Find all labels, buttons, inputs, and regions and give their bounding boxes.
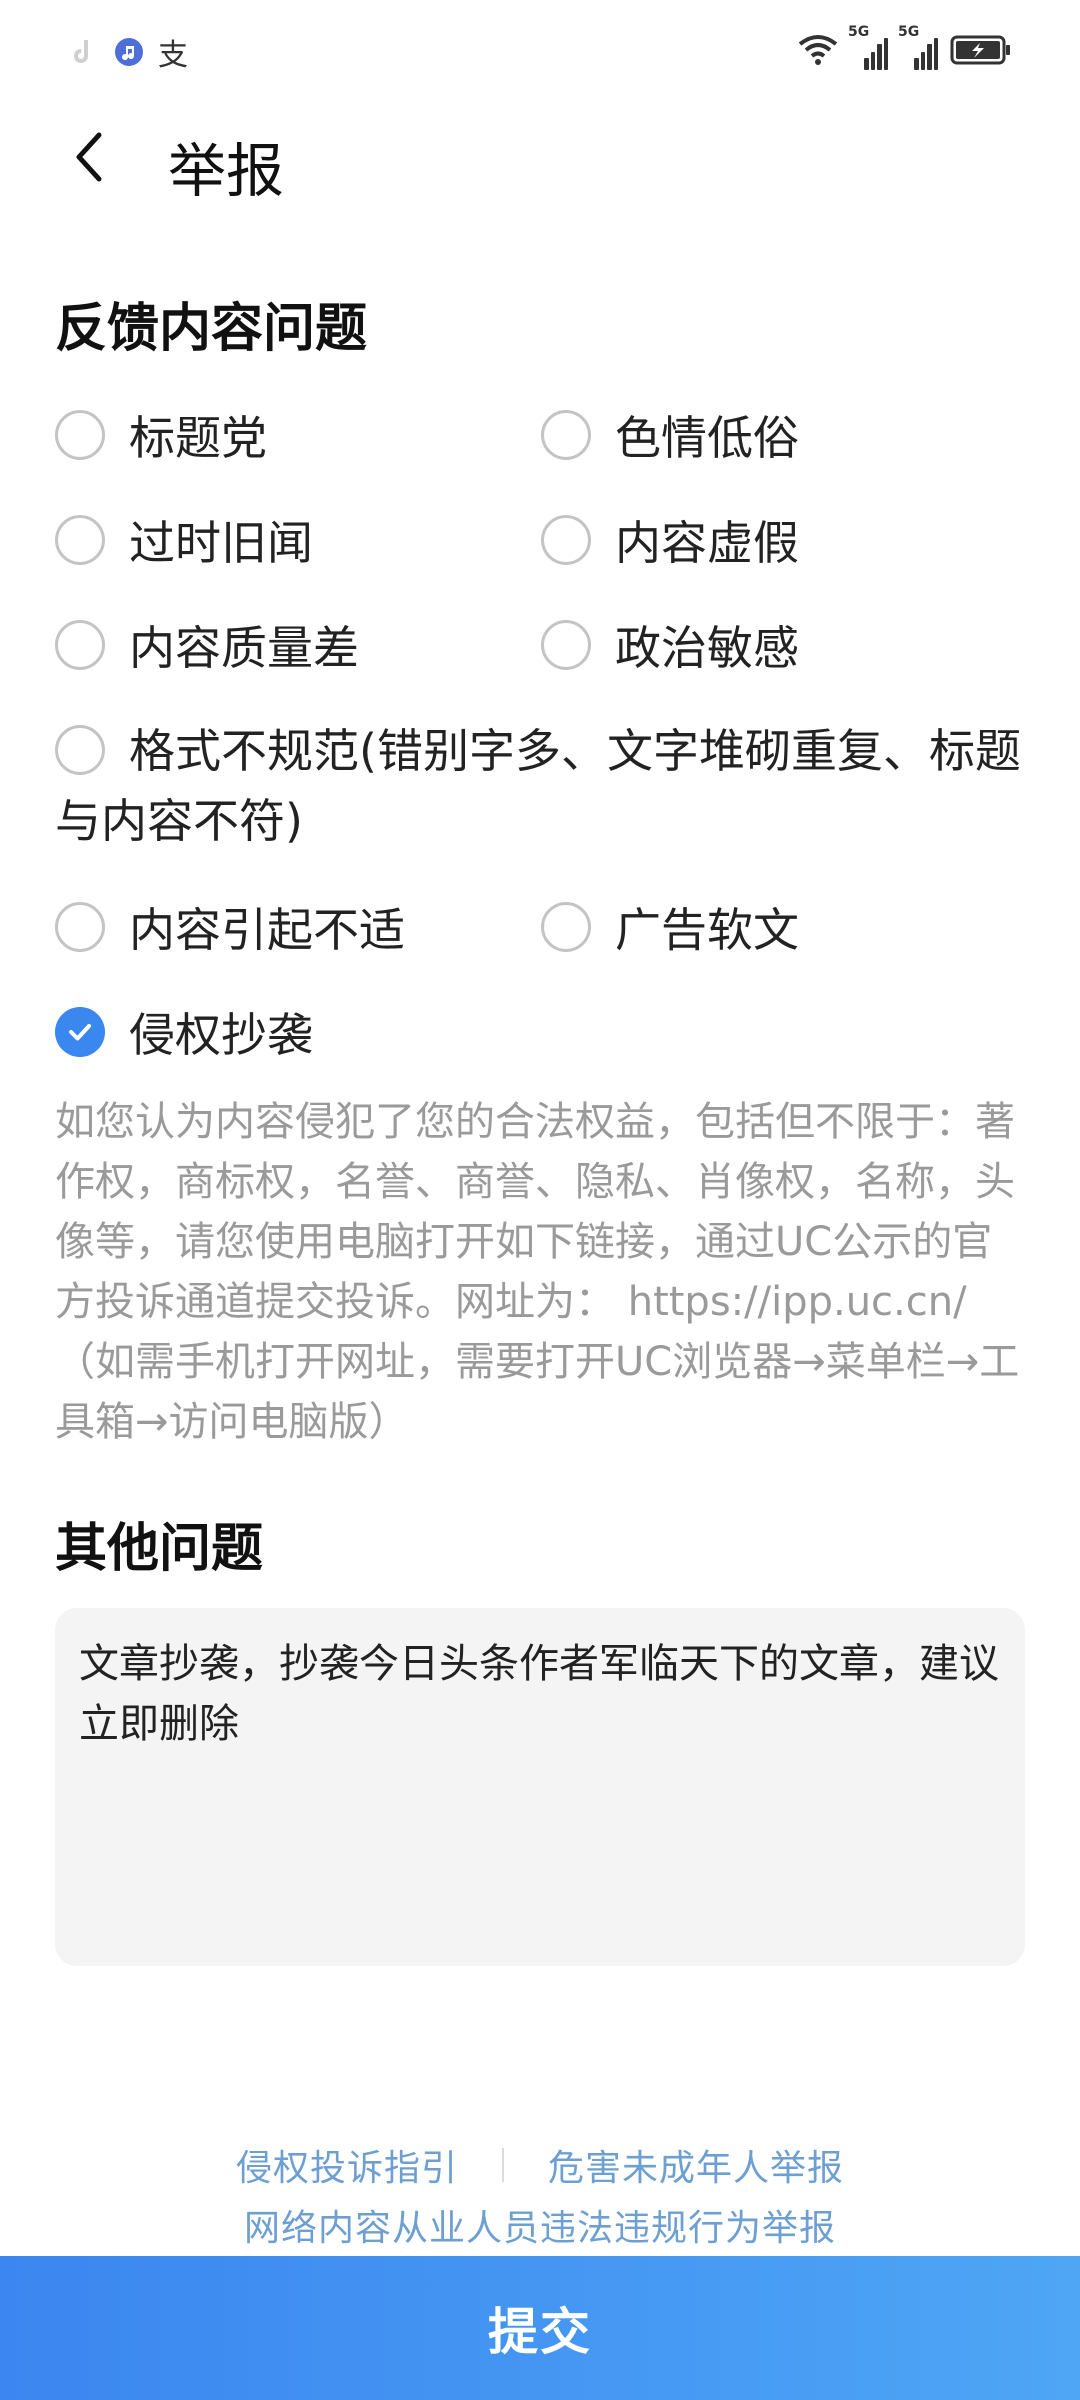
footer-links: 侵权投诉指引 危害未成年人举报 网络内容从业人员违法违规行为举报 [0, 2135, 1080, 2255]
section-title-other: 其他问题 [55, 1519, 264, 1579]
radio-checked-icon [55, 1007, 105, 1057]
option-political[interactable]: 政治敏感 [541, 612, 799, 678]
infringement-description: 如您认为内容侵犯了您的合法权益，包括但不限于：著作权，商标权，名誉、商誉、隐私、… [55, 1099, 1020, 1445]
option-label: 政治敏感 [615, 621, 799, 675]
option-format-issue[interactable]: 格式不规范(错别字多、文字堆砌重复、标题与内容不符) [55, 716, 1025, 856]
footer-divider [502, 2148, 504, 2182]
option-label: 内容引起不适 [129, 903, 405, 957]
option-outdated[interactable]: 过时旧闻 [55, 507, 313, 573]
other-issue-textarea[interactable]: 文章抄袭，抄袭今日头条作者军临天下的文章，建议立即删除 [55, 1608, 1025, 1966]
section-title-feedback: 反馈内容问题 [55, 299, 368, 359]
battery-icon [950, 35, 1010, 65]
header: 举报 [0, 104, 1080, 214]
submit-button[interactable]: 提交 [0, 2256, 1080, 2400]
signal-label-1: 5G [848, 24, 870, 40]
radio-icon [55, 620, 105, 670]
link-staff-violation-report[interactable]: 网络内容从业人员违法违规行为举报 [244, 2199, 836, 2251]
option-label: 色情低俗 [615, 411, 799, 465]
radio-icon [541, 620, 591, 670]
radio-icon [55, 515, 105, 565]
option-label: 侵权抄袭 [129, 1008, 313, 1062]
radio-icon [541, 902, 591, 952]
radio-icon [541, 410, 591, 460]
signal-label-2: 5G [898, 24, 920, 40]
status-right-icons: 5G 5G [798, 24, 1012, 70]
page-title: 举报 [168, 137, 285, 205]
status-bar: 支 5G 5G [0, 0, 1080, 104]
option-false-content[interactable]: 内容虚假 [541, 507, 799, 573]
option-label: 内容虚假 [615, 516, 799, 570]
radio-icon [55, 902, 105, 952]
link-minor-harm-report[interactable]: 危害未成年人举报 [548, 2139, 844, 2191]
option-clickbait[interactable]: 标题党 [55, 402, 267, 468]
option-label: 格式不规范(错别字多、文字堆砌重复、标题与内容不符) [55, 724, 1021, 848]
option-label: 广告软文 [615, 903, 799, 957]
option-discomfort[interactable]: 内容引起不适 [55, 894, 405, 960]
option-ad[interactable]: 广告软文 [541, 894, 799, 960]
radio-icon [541, 515, 591, 565]
tiktok-icon [74, 40, 88, 63]
option-label: 过时旧闻 [129, 516, 313, 570]
signal-icon-1: 5G [848, 24, 888, 70]
wifi-icon [798, 35, 838, 65]
check-icon [69, 1024, 91, 1041]
option-label: 内容质量差 [129, 621, 359, 675]
back-arrow-icon [76, 132, 102, 182]
back-button[interactable] [54, 122, 124, 192]
status-left-icons: 支 [70, 30, 188, 74]
radio-icon [55, 410, 105, 460]
radio-icon [55, 725, 105, 775]
link-infringement-guide[interactable]: 侵权投诉指引 [236, 2139, 458, 2191]
music-icon [115, 38, 143, 66]
option-low-quality[interactable]: 内容质量差 [55, 612, 359, 678]
option-pornographic[interactable]: 色情低俗 [541, 402, 799, 468]
option-infringement[interactable]: 侵权抄袭 [55, 999, 313, 1065]
alipay-icon: 支 [158, 38, 188, 73]
signal-icon-2: 5G [898, 24, 938, 70]
option-label: 标题党 [129, 411, 267, 465]
